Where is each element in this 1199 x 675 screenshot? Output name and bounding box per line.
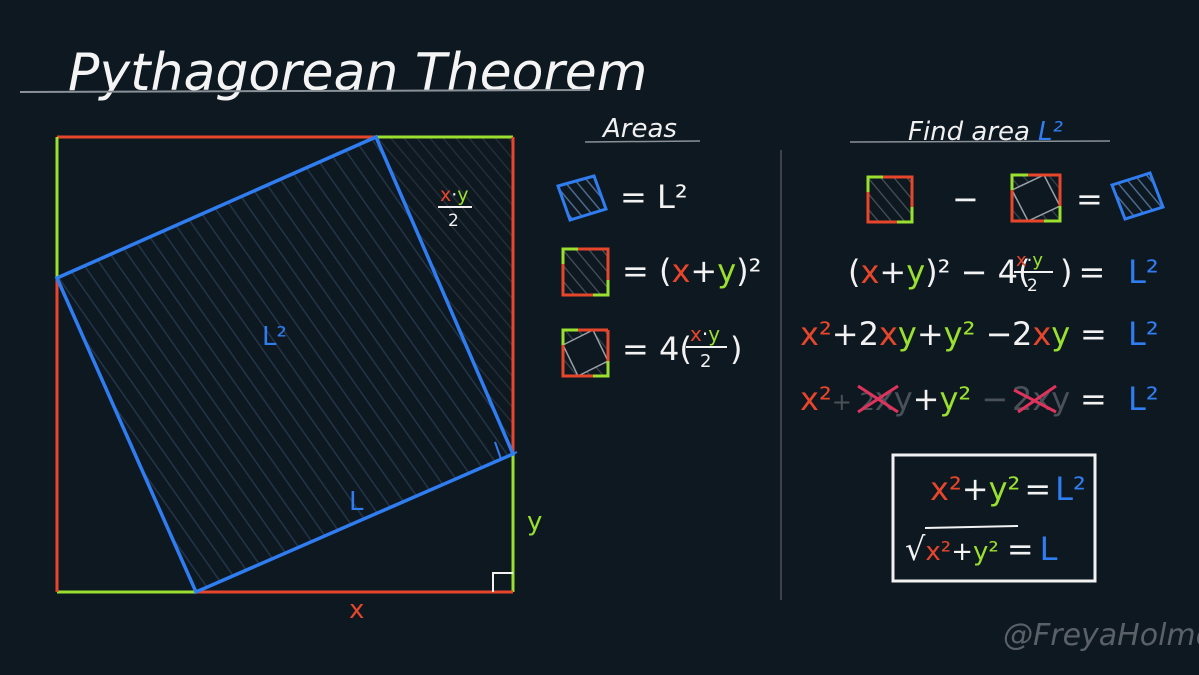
area-row3-open: = 4( <box>622 330 692 368</box>
svg-text:√x²+y²=L: √x²+y² = L <box>905 530 1058 568</box>
find-area-header: Find area L² <box>908 117 1063 147</box>
svg-text:2xy: 2xy <box>1012 380 1070 418</box>
icon-equals: = <box>1076 180 1103 218</box>
mini-inner-square-icon <box>556 174 608 222</box>
triangle-area-num: x·y <box>440 184 469 206</box>
svg-text:x²+2xy+y² −: x²+2xy+y² − <box>800 315 1012 353</box>
pythagorean-diagram: Pythagorean Theorem L² L y x x·y 2 Areas… <box>19 43 1199 653</box>
find-line-2: (x+y)² − 4( x·y 2 ) = L² <box>848 250 1159 296</box>
svg-text:L²: L² <box>1128 380 1159 418</box>
svg-text:x²+y²=L²: x²+y² = L² <box>930 470 1086 508</box>
icon-minus: − <box>952 180 979 218</box>
areas-section: Areas = L² = (x+y)² = 4(x·y 2) <box>556 114 761 378</box>
svg-text:)=: ) = <box>1060 253 1105 291</box>
find-area-header-underline <box>849 140 1111 143</box>
svg-text:=: = <box>1080 380 1107 418</box>
label-x: x <box>349 595 364 625</box>
label-L-squared: L² <box>262 322 287 352</box>
triangle-area-den: 2 <box>448 211 459 231</box>
svg-text:2xy: 2xy <box>1012 315 1070 353</box>
area-row-triangles: = 4( x·y 2 ) <box>561 322 742 378</box>
find-area-section: Find area L² − = (x+y)² − 4( x·y 2) = L… <box>800 117 1165 583</box>
author-watermark: @FreyaHolmer <box>1003 618 1199 653</box>
area-row2-expr: = (x+y)² <box>622 252 761 290</box>
areas-header: Areas <box>601 114 677 144</box>
find-line-4: x²+ 2xy+y² − 2xy = L² <box>800 380 1159 418</box>
area-row1-rhs: = L² <box>620 178 688 216</box>
area-row3-den: 2 <box>700 351 711 372</box>
area-row-inner-square: = L² <box>556 174 688 222</box>
main-diagram: L² L y x x·y 2 <box>54 134 542 625</box>
label-L: L <box>349 487 364 517</box>
page-title: Pythagorean Theorem <box>68 43 647 103</box>
label-y: y <box>527 507 542 537</box>
area-row3-num: x·y <box>690 322 720 346</box>
svg-text:x²+ 2xy+y² −: x²+ 2xy+y² − <box>800 380 1008 418</box>
svg-text:(x+y)² − 4(: (x+y)² − 4( <box>848 253 1030 291</box>
svg-text:=: = <box>1080 315 1107 353</box>
svg-text:x·y: x·y <box>1016 250 1043 271</box>
right-angle-corner <box>492 572 513 592</box>
result-box: x²+y² = L² √x²+y² = L <box>891 453 1097 583</box>
svg-text:L²: L² <box>1128 253 1159 291</box>
icon-equation: − = <box>866 171 1165 224</box>
find-line-3: x²+2xy+y² − 2xy = L² <box>800 315 1159 353</box>
area-row3-close: ) <box>730 330 742 368</box>
svg-text:L²: L² <box>1128 315 1159 353</box>
area-row-outer-square: = (x+y)² <box>561 247 761 297</box>
areas-header-underline <box>584 140 701 143</box>
svg-text:2: 2 <box>1027 276 1038 296</box>
